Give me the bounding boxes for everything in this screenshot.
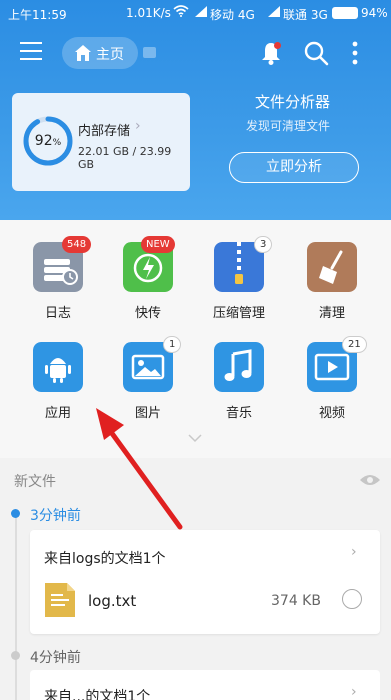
bell-icon[interactable] [259,40,283,66]
chevron-right-icon: › [135,118,141,134]
broom-icon [307,242,357,292]
text-file-icon [45,583,75,617]
category-label: 应用 [44,406,71,421]
music-note-icon [214,342,264,392]
more-options-icon[interactable] [350,40,360,66]
category-label: 视频 [318,406,345,421]
category-quick-transfer[interactable]: NEW 快传 [107,220,187,321]
category-compress[interactable]: 3 压缩管理 [198,220,278,321]
timeline-dot [11,651,20,660]
recent-file-card[interactable]: 来自logs的文档1个 › log.txt 374 KB [30,530,380,634]
category-label: 日志 [44,306,71,321]
analyzer-title: 文件分析器 [255,93,331,111]
analyzer-subtitle: 发现可清理文件 [246,119,331,133]
category-label: 压缩管理 [212,306,265,321]
android-icon [33,342,83,392]
home-label: 主页 [96,47,124,63]
battery-icon [332,7,358,19]
internal-storage-card[interactable]: 92% 内部存储 › 22.01 GB / 23.99 GB [12,93,190,191]
category-grid: 548 日志 NEW 快传 3 压缩管理 清理 应用 1 图片 音乐 21 视频 [0,220,391,458]
timeline-dot-active [11,509,20,518]
chevron-down-icon[interactable] [188,433,202,443]
card-title: 来自...的文档1个 [44,689,151,700]
status-time: 上午11:59 [8,8,67,22]
compress-badge: 3 [254,236,273,253]
recent-files-heading: 新文件 [14,474,56,490]
category-apps[interactable]: 应用 [17,320,97,421]
analyze-now-button[interactable]: 立即分析 [229,152,359,183]
videos-badge: 21 [342,336,367,353]
status-net-speed: 1.01K/s [126,6,171,20]
category-images[interactable]: 1 图片 [107,320,187,421]
battery-level: 94% [361,6,388,20]
category-music[interactable]: 音乐 [198,320,278,421]
select-radio[interactable] [342,589,362,609]
category-videos[interactable]: 21 视频 [291,320,371,421]
images-badge: 1 [163,336,182,353]
chevron-right-icon: › [351,684,357,700]
signal-icon [195,6,207,17]
quick-transfer-badge: NEW [141,236,175,253]
chat-icon[interactable] [143,47,156,58]
eye-icon[interactable] [359,473,381,487]
category-label: 清理 [318,306,345,321]
timeline-time: 4分钟前 [30,650,81,666]
category-label: 快传 [134,306,161,321]
timeline-line [15,512,17,700]
carrier-2: 联通 3G [283,8,328,22]
storage-percent: 92% [34,133,62,149]
wifi-icon [173,5,189,17]
file-name: log.txt [88,592,137,610]
category-label: 音乐 [225,406,252,421]
menu-icon[interactable] [20,42,42,62]
storage-title: 内部存储 [78,124,131,139]
chevron-right-icon: › [351,544,357,560]
timeline-time: 3分钟前 [30,508,81,524]
toolbar: 主页 [0,30,391,76]
category-label: 图片 [134,406,161,421]
card-title: 来自logs的文档1个 [44,551,166,567]
category-clean[interactable]: 清理 [291,220,371,321]
search-icon[interactable] [303,40,329,66]
file-size: 374 KB [271,593,321,609]
status-bar: 上午11:59 1.01K/s 移动 4G 联通 3G 94% [0,0,391,26]
logs-badge: 548 [62,236,92,253]
header-panel: 上午11:59 1.01K/s 移动 4G 联通 3G 94% 主页 92% 内… [0,0,391,220]
storage-size: 22.01 GB / 23.99 GB [78,145,172,171]
signal-icon [268,6,280,17]
carrier-1: 移动 4G [210,8,255,22]
home-icon [75,45,91,61]
home-tab[interactable]: 主页 [62,37,138,69]
category-logs[interactable]: 548 日志 [17,220,97,321]
recent-file-card[interactable]: 来自...的文档1个 › [30,670,380,700]
